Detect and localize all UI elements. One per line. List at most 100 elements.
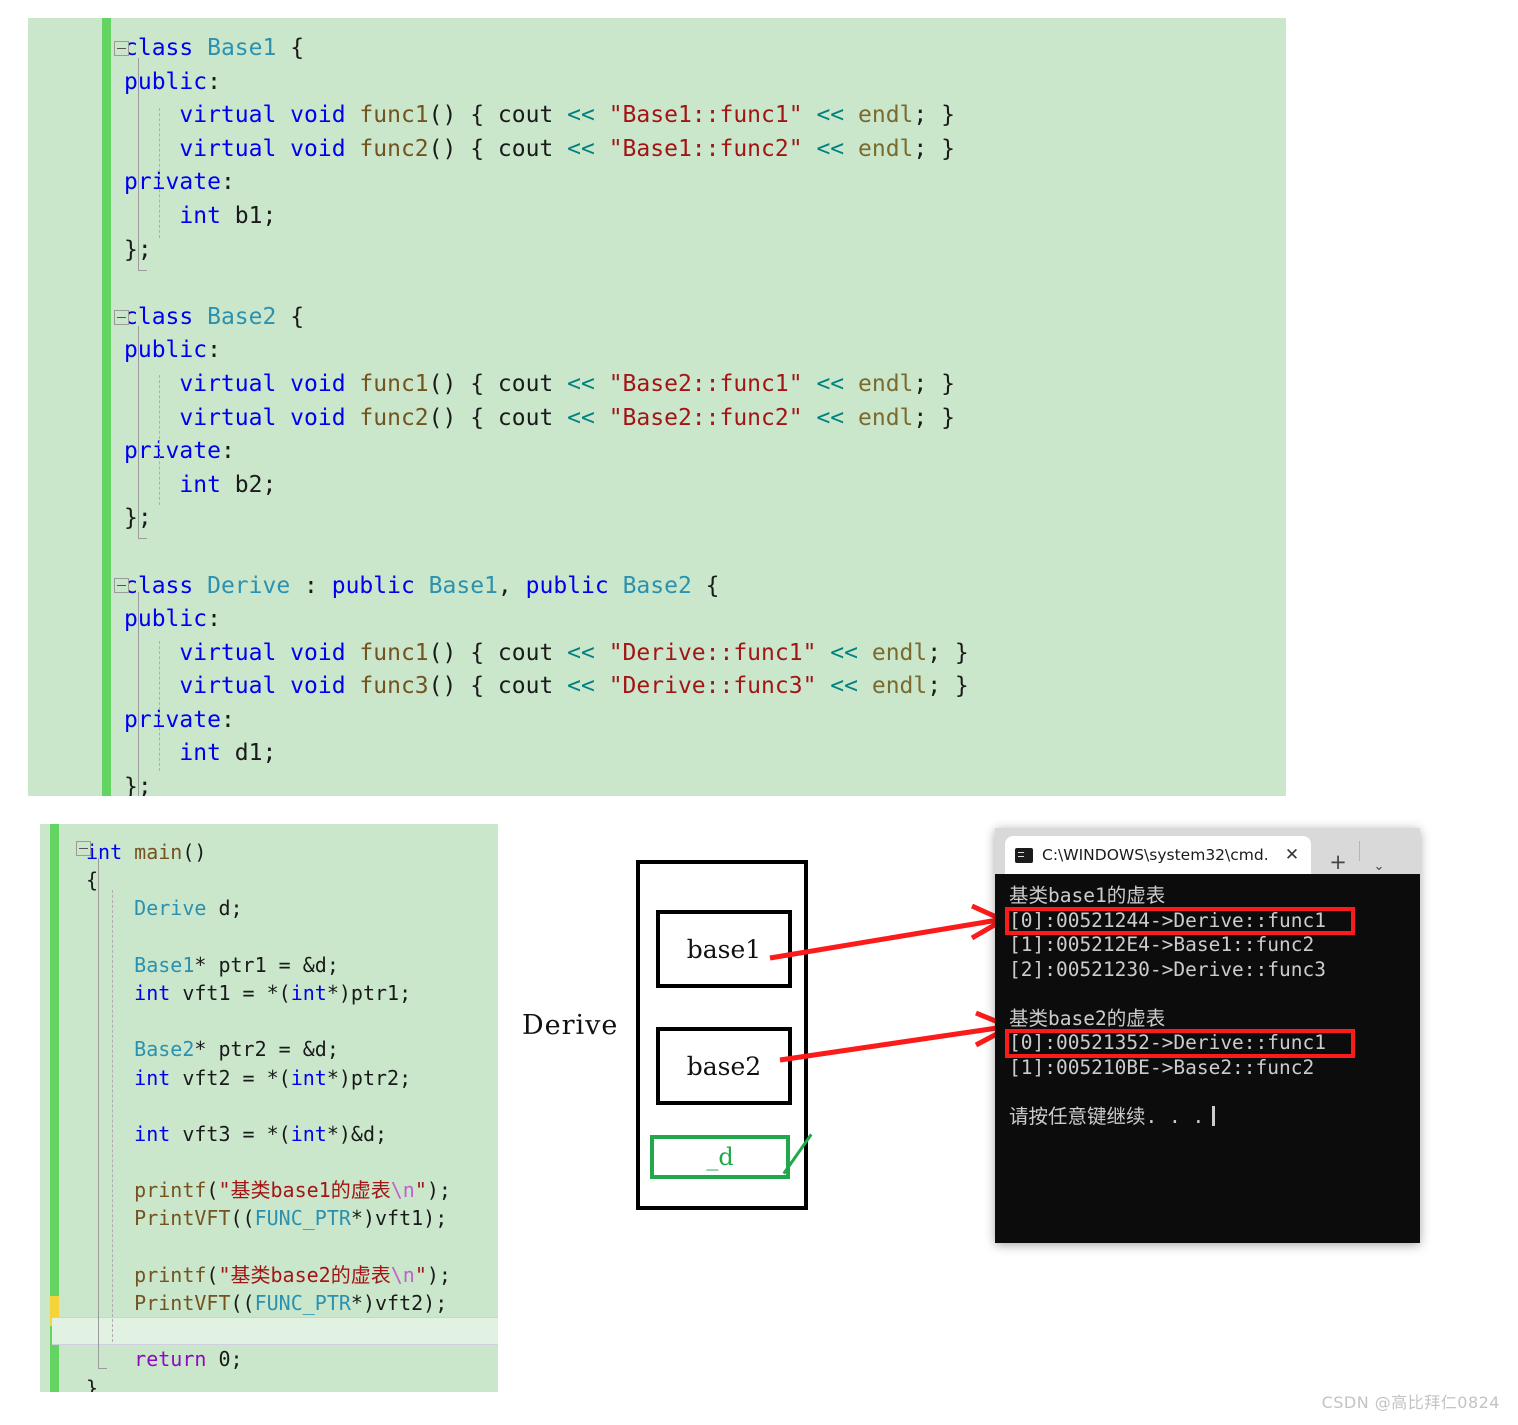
tab-title: C:\WINDOWS\system32\cmd. <box>1042 846 1269 864</box>
code-line[interactable]: virtual void func3() { cout << "Derive::… <box>124 670 1286 704</box>
code-line[interactable]: Base2* ptr2 = &d; <box>86 1035 498 1063</box>
code-line[interactable]: virtual void func2() { cout << "Base2::f… <box>124 402 1286 436</box>
code-line[interactable] <box>52 1317 498 1346</box>
code-line[interactable]: virtual void func2() { cout << "Base1::f… <box>124 133 1286 167</box>
code-line[interactable]: return 0; <box>86 1345 498 1373</box>
close-icon[interactable]: ✕ <box>1279 845 1305 865</box>
code-line[interactable]: private: <box>124 435 1286 469</box>
code-line[interactable] <box>86 1148 498 1176</box>
code-token: int <box>124 202 235 229</box>
code-line[interactable]: private: <box>124 704 1286 738</box>
code-token: "基类base1的虚表 <box>218 1178 391 1203</box>
code-line[interactable] <box>86 1007 498 1035</box>
code-line[interactable]: PrintVFT((FUNC_PTR*)vft1); <box>86 1204 498 1232</box>
code-line[interactable]: int vft1 = *(int*)ptr1; <box>86 979 498 1007</box>
code-line[interactable]: int vft3 = *(int*)&d; <box>86 1120 498 1148</box>
code-token: public <box>331 572 429 599</box>
new-tab-icon[interactable]: + <box>1325 850 1351 874</box>
code-line[interactable]: int d1; <box>124 737 1286 771</box>
code-editor-top[interactable]: class Base1 {public: virtual void func1(… <box>28 18 1286 796</box>
code-token: " <box>414 1262 427 1287</box>
collapse-toggle-base1[interactable] <box>114 41 129 56</box>
code-token: endl <box>871 673 928 700</box>
console-line: 基类base2的虚表 <box>1009 1006 1166 1030</box>
code-line[interactable] <box>86 923 498 951</box>
code-line[interactable]: }; <box>124 234 1286 268</box>
code-line[interactable]: public: <box>124 66 1286 100</box>
code-editor-bottom[interactable]: int main(){ Derive d; Base1* ptr1 = &d; … <box>40 824 498 1392</box>
code-token: class <box>124 35 208 61</box>
code-line[interactable]: public: <box>124 334 1286 368</box>
chevron-down-icon[interactable]: ⌄ <box>1366 859 1392 874</box>
code-line[interactable]: int b1; <box>124 200 1286 234</box>
console-window[interactable]: C:\WINDOWS\system32\cmd. ✕ + ⌄ 基类base1的虚… <box>995 828 1420 1243</box>
code-token: << <box>567 639 595 666</box>
collapse-toggle-base2[interactable] <box>114 310 129 325</box>
code-line[interactable]: class Derive : public Base1, public Base… <box>124 570 1286 604</box>
collapse-toggle-main[interactable] <box>76 841 91 856</box>
code-token: 0; <box>218 1347 243 1372</box>
code-token: << <box>567 404 595 431</box>
code-token: Base2 <box>622 572 706 599</box>
code-line[interactable]: }; <box>124 771 1286 796</box>
code-line[interactable]: }; <box>124 502 1286 536</box>
code-line[interactable]: class Base2 { <box>124 301 1286 335</box>
code-token: Base1 <box>134 952 195 977</box>
code-token: ; } <box>927 673 969 700</box>
code-line[interactable]: int vft2 = *(int*)ptr2; <box>86 1064 498 1092</box>
code-token: ( <box>206 1178 219 1203</box>
code-line[interactable]: { <box>86 866 498 894</box>
code-content-bottom[interactable]: int main(){ Derive d; Base1* ptr1 = &d; … <box>40 824 498 1392</box>
collapse-toggle-derive[interactable] <box>114 578 129 593</box>
code-line[interactable]: printf("基类base1的虚表\n"); <box>86 1176 498 1204</box>
terminal-tab[interactable]: C:\WINDOWS\system32\cmd. ✕ <box>1005 836 1311 874</box>
code-token: int <box>86 980 183 1005</box>
code-line[interactable]: virtual void func1() { cout << "Base1::f… <box>124 99 1286 133</box>
code-token: printf <box>134 1178 207 1203</box>
code-line[interactable] <box>124 536 1286 570</box>
code-token: *)ptr1; <box>326 980 412 1005</box>
code-token: << <box>816 370 845 397</box>
code-token: printf <box>134 1262 207 1287</box>
code-line[interactable]: public: <box>124 603 1286 637</box>
code-line[interactable] <box>86 1092 498 1120</box>
code-line[interactable]: Base1* ptr1 = &d; <box>86 951 498 979</box>
csdn-watermark: CSDN @高比拜仁0824 <box>1321 1393 1500 1412</box>
code-line[interactable]: virtual void func1() { cout << "Base2::f… <box>124 368 1286 402</box>
code-token: Base1 <box>207 35 291 61</box>
code-line[interactable]: Derive d; <box>86 894 498 922</box>
code-line[interactable] <box>124 267 1286 301</box>
code-token: FUNC_PTR <box>254 1291 351 1315</box>
code-token: int <box>290 1065 327 1090</box>
code-line[interactable] <box>86 1233 498 1261</box>
code-line[interactable]: } <box>86 1374 498 1392</box>
code-content-top[interactable]: class Base1 {public: virtual void func1(… <box>28 18 1286 796</box>
code-line[interactable]: int b2; <box>124 469 1286 503</box>
console-output[interactable]: 基类base1的虚表 [0]:00521244->Derive::func1 [1]… <box>995 874 1420 1243</box>
code-token: << <box>567 370 595 397</box>
console-line: [0]:00521244->Derive::func1 <box>1009 908 1326 932</box>
code-line[interactable]: printf("基类base2的虚表\n"); <box>86 1261 498 1289</box>
terminal-tab-bar[interactable]: C:\WINDOWS\system32\cmd. ✕ + ⌄ <box>995 828 1420 874</box>
code-token: endl <box>858 370 914 397</box>
code-token: : <box>220 169 235 196</box>
code-token: FUNC_PTR <box>254 1206 351 1231</box>
code-line[interactable]: PrintVFT((FUNC_PTR*)vft2); <box>86 1289 498 1317</box>
code-token: PrintVFT <box>134 1206 231 1231</box>
code-token: () <box>182 840 207 864</box>
code-line[interactable]: virtual void func1() { cout << "Derive::… <box>124 637 1286 671</box>
code-token: vft1 = *( <box>182 980 291 1005</box>
code-line[interactable]: private: <box>124 166 1286 200</box>
base1-subobject-box: base1 <box>656 910 792 988</box>
code-line[interactable]: int main() <box>86 838 498 866</box>
code-line[interactable]: class Base1 { <box>124 32 1286 66</box>
code-token: endl <box>871 639 928 666</box>
